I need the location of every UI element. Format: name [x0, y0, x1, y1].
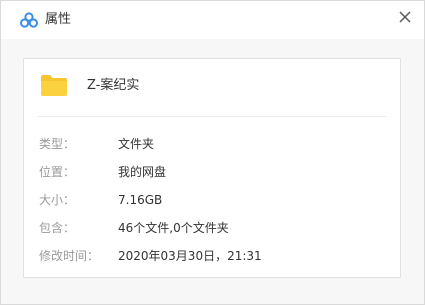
- property-label: 修改时间：: [39, 249, 100, 263]
- property-value: 7.16GB: [118, 193, 163, 207]
- close-icon: [399, 11, 411, 23]
- baidu-netdisk-icon: [20, 12, 38, 28]
- property-label: 类型：: [39, 137, 76, 151]
- properties-dialog: 属性 Z-案纪实 类型： 文件夹 位置： 我的网盘 大小： 7.16GB 包含：: [0, 0, 425, 305]
- property-value: 46个文件,0个文件夹: [118, 221, 229, 235]
- property-value: 文件夹: [118, 137, 155, 151]
- property-value: 我的网盘: [118, 165, 167, 179]
- property-value: 2020年03月30日，21:31: [118, 249, 262, 263]
- dialog-title: 属性: [45, 12, 72, 27]
- folder-name: Z-案纪实: [87, 78, 140, 93]
- property-label: 大小：: [39, 193, 76, 207]
- close-button[interactable]: [394, 6, 416, 28]
- divider: [38, 116, 386, 117]
- property-label: 位置：: [39, 165, 76, 179]
- properties-panel: Z-案纪实 类型： 文件夹 位置： 我的网盘 大小： 7.16GB 包含： 46…: [23, 58, 401, 278]
- title-bar[interactable]: 属性: [1, 1, 424, 39]
- folder-icon: [41, 75, 67, 96]
- property-label: 包含：: [39, 221, 76, 235]
